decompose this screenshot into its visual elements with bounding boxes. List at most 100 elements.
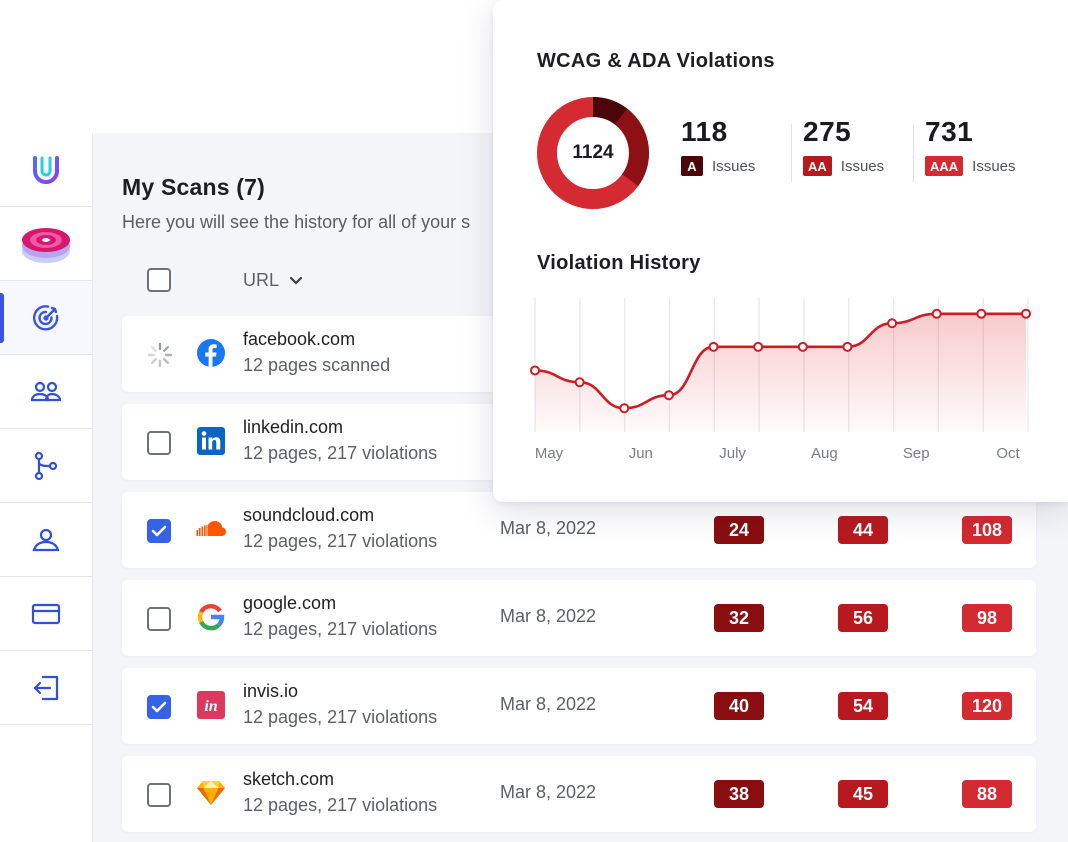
row-date: Mar 8, 2022: [500, 518, 597, 538]
level-a-count-badge: 38: [714, 780, 764, 808]
level-tag: A: [681, 156, 703, 176]
layers-target-icon: [22, 227, 70, 263]
violations-card: WCAG & ADA Violations 1124 118 A Issues …: [493, 0, 1068, 502]
level-aaa-count-badge: 98: [962, 604, 1012, 632]
select-all-checkbox[interactable]: [147, 268, 171, 292]
row-meta: 12 pages scanned: [243, 355, 391, 375]
scan-row[interactable]: in invis.io 12 pages, 217 violations Mar…: [122, 668, 1036, 744]
x-tick-label: July: [719, 445, 746, 462]
row-checkbox[interactable]: [147, 695, 171, 719]
sidebar-item-product[interactable]: [0, 207, 92, 281]
row-checkbox[interactable]: [147, 607, 171, 631]
row-meta: 12 pages, 217 violations: [243, 619, 438, 639]
row-meta: 12 pages, 217 violations: [243, 531, 438, 551]
row-date: Mar 8, 2022: [500, 606, 597, 626]
level-aaa-count-badge: 120: [962, 692, 1012, 720]
level-aa-count-badge: 54: [838, 692, 888, 720]
row-meta: 12 pages, 217 violations: [243, 443, 438, 463]
stat-divider: [791, 124, 792, 182]
facebook-logo-icon: [196, 338, 226, 368]
stat-count: 731: [925, 116, 974, 147]
row-domain: linkedin.com: [243, 417, 344, 437]
stat-label: Issues: [712, 157, 756, 175]
level-aa-count-badge: 56: [838, 604, 888, 632]
sidebar-item-integrations[interactable]: [0, 429, 92, 503]
chevron-down-icon: [289, 276, 303, 284]
history-title: Violation History: [537, 252, 701, 274]
stat-label: Issues: [972, 157, 1016, 175]
soundcloud-logo-icon: [196, 514, 226, 544]
row-checkbox[interactable]: [147, 519, 171, 543]
logout-icon: [33, 675, 59, 700]
level-aaa-count-badge: 88: [962, 780, 1012, 808]
sidebar-item-team[interactable]: [0, 355, 92, 429]
credit-card-icon: [31, 603, 61, 624]
level-a-count-badge: 40: [714, 692, 764, 720]
stat-label: Issues: [840, 157, 885, 175]
row-date: Mar 8, 2022: [500, 694, 597, 714]
violations-card-title: WCAG & ADA Violations: [537, 50, 775, 72]
x-tick-label: Aug: [811, 445, 838, 462]
level-a-count-badge: 32: [714, 604, 764, 632]
x-tick-label: Oct: [996, 445, 1020, 462]
data-point: [842, 341, 853, 352]
data-point: [1021, 308, 1031, 319]
u-logo-icon: [33, 155, 59, 184]
url-column-header[interactable]: URL: [243, 270, 303, 291]
level-tag: AAA: [925, 156, 964, 176]
data-point: [530, 365, 540, 376]
row-domain: invis.io: [243, 681, 299, 701]
stat-divider: [913, 124, 914, 182]
data-point: [931, 308, 942, 319]
sidebar: [0, 133, 93, 842]
scan-row[interactable]: soundcloud.com 12 pages, 217 violations …: [122, 492, 1036, 568]
sidebar-item-billing[interactable]: [0, 577, 92, 651]
row-domain: sketch.com: [243, 769, 335, 789]
data-point: [574, 377, 585, 388]
svg-text:in: in: [204, 698, 217, 715]
level-aa-count-badge: 45: [838, 780, 888, 808]
user-icon: [32, 528, 60, 551]
row-checkbox[interactable]: [147, 431, 171, 455]
invision-logo-icon: in: [196, 690, 226, 720]
google-logo-icon: [196, 602, 226, 632]
x-tick-label: Jun: [629, 445, 653, 462]
history-area: [535, 313, 1026, 432]
row-checkbox[interactable]: [147, 783, 171, 807]
data-point: [663, 390, 674, 401]
row-domain: google.com: [243, 593, 337, 613]
row-meta: 12 pages, 217 violations: [243, 707, 438, 727]
row-domain: soundcloud.com: [243, 505, 375, 525]
sidebar-item-scans[interactable]: [0, 281, 92, 355]
sketch-logo-icon: [196, 778, 226, 808]
loading-spinner-icon: [147, 342, 173, 368]
data-point: [708, 341, 719, 352]
violation-history-chart: May Jun July Aug Sep Oct: [530, 298, 1031, 462]
stat-level-aaa: 731 AAA Issues: [925, 116, 1016, 176]
data-point: [976, 308, 987, 319]
page-title: My Scans (7): [122, 174, 266, 200]
row-domain: facebook.com: [243, 329, 356, 349]
check-icon: [151, 525, 167, 537]
list-header: URL: [122, 258, 492, 302]
page-subtitle: Here you will see the history for all of…: [122, 212, 471, 232]
donut-total: 1124: [572, 142, 614, 163]
row-meta: 12 pages, 217 violations: [243, 795, 438, 815]
target-icon: [32, 304, 59, 331]
sidebar-item-logo[interactable]: [0, 133, 92, 207]
data-point: [887, 318, 898, 329]
x-tick-label: May: [535, 445, 564, 462]
stat-level-a: 118 A Issues: [681, 116, 755, 176]
row-date: Mar 8, 2022: [500, 782, 597, 802]
branch-icon: [34, 451, 58, 480]
level-aa-count-badge: 44: [838, 516, 888, 544]
level-tag: AA: [803, 156, 832, 176]
sidebar-item-logout[interactable]: [0, 651, 92, 725]
stat-count: 118: [681, 116, 728, 147]
scan-row[interactable]: google.com 12 pages, 217 violations Mar …: [122, 580, 1036, 656]
check-icon: [151, 701, 167, 713]
users-icon: [30, 381, 62, 401]
stat-count: 275: [803, 116, 852, 147]
scan-row[interactable]: sketch.com 12 pages, 217 violations Mar …: [122, 756, 1036, 832]
sidebar-item-account[interactable]: [0, 503, 92, 577]
